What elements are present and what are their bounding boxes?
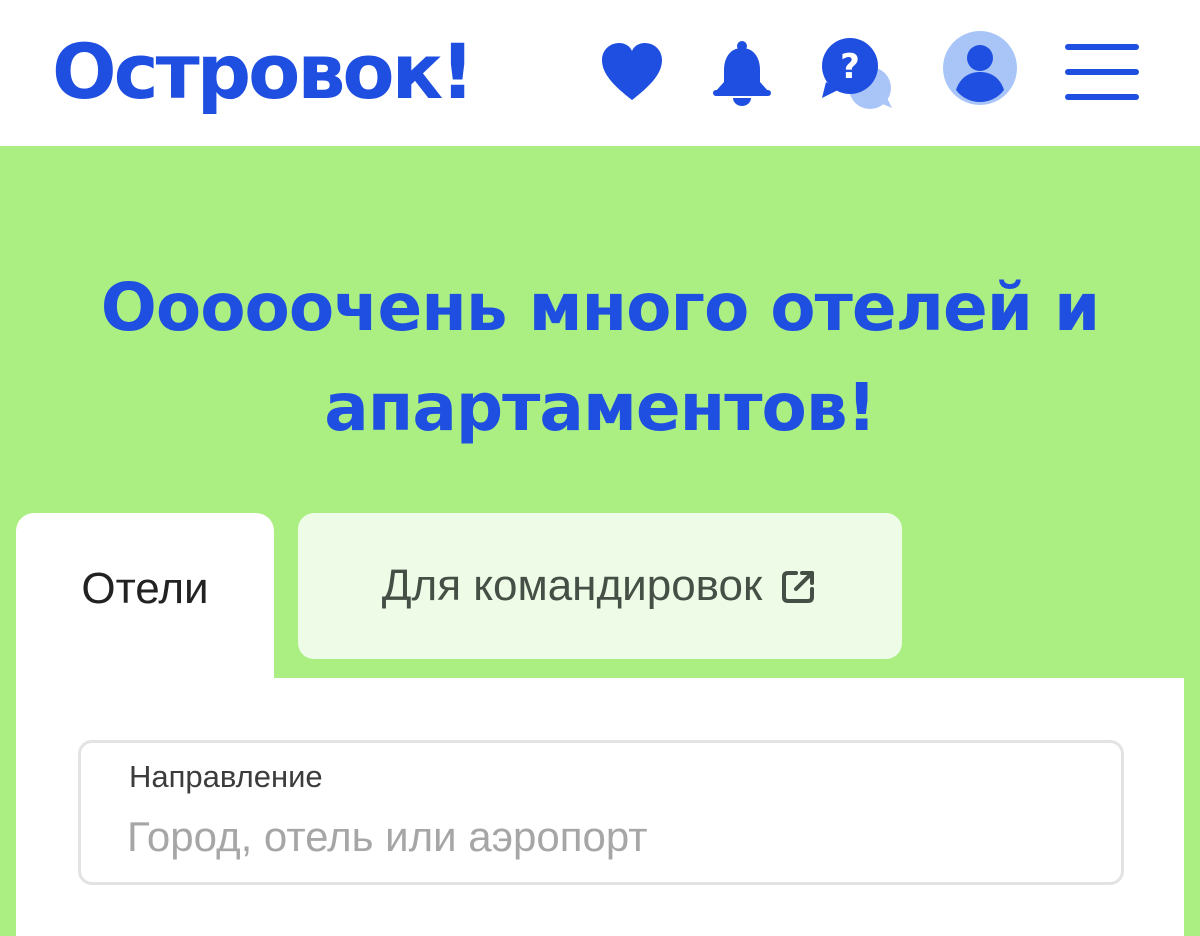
destination-input[interactable]	[127, 807, 1067, 867]
hero-title: Ооооочень много отелей и апартаментов!	[100, 269, 1100, 446]
tab-hotels[interactable]: Отели	[16, 513, 274, 693]
logo[interactable]: Островок!	[52, 22, 475, 122]
svg-text:?: ?	[840, 47, 860, 87]
tab-hotels-label: Отели	[81, 564, 209, 613]
heart-icon[interactable]	[600, 42, 664, 102]
menu-icon[interactable]	[1064, 44, 1140, 104]
destination-label: Направление	[129, 759, 323, 794]
tab-business-trips[interactable]: Для командировок	[298, 513, 902, 659]
top-header: Островок! ?	[0, 0, 1200, 146]
tab-business-trips-label: Для командировок	[381, 561, 763, 610]
avatar-icon[interactable]	[942, 30, 1018, 106]
help-chat-icon[interactable]: ?	[820, 36, 896, 112]
bell-icon[interactable]	[710, 40, 774, 106]
external-link-icon	[782, 571, 815, 603]
destination-field[interactable]: Направление	[78, 740, 1124, 885]
